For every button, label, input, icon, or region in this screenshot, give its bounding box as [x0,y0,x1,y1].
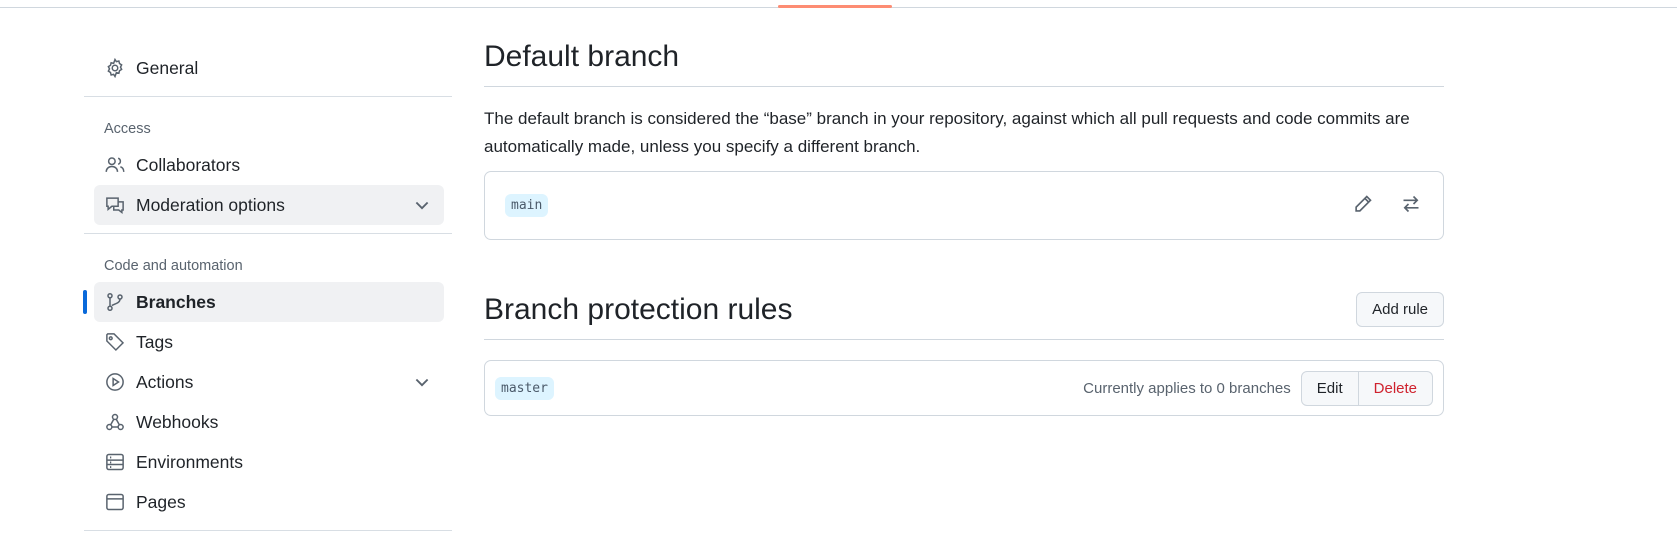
section-title: Branch protection rules [484,292,793,326]
sidebar-item-label: General [136,57,199,78]
branch-protection-section: Branch protection rules Add rule master … [484,292,1444,416]
sidebar-item-label: Tags [136,331,173,352]
moderation-icon [104,194,126,216]
sidebar-item-label: Collaborators [136,154,241,175]
delete-rule-button[interactable]: Delete [1358,370,1433,406]
sidebar-item-pages[interactable]: Pages [94,482,444,522]
protection-rule-row: master Currently applies to 0 branches E… [484,360,1444,416]
default-branch-box: main [484,171,1444,240]
rule-actions: Currently applies to 0 branches Edit Del… [1083,370,1433,406]
sidebar-item-general[interactable]: General [94,48,444,88]
people-icon [104,154,126,176]
sidebar-item-moderation-options[interactable]: Moderation options [94,185,444,225]
sidebar-item-label: Pages [136,491,186,512]
sidebar-item-label: Webhooks [136,411,219,432]
add-rule-button[interactable]: Add rule [1356,292,1444,327]
sidebar-group-access: Access [104,121,151,137]
git-branch-icon [104,291,126,313]
tag-icon [104,331,126,353]
rule-button-group: Edit Delete [1300,370,1433,406]
sidebar-divider [84,96,452,97]
sidebar-item-webhooks[interactable]: Webhooks [94,402,444,442]
sidebar-divider [84,530,452,531]
branches-settings-main: Default branch The default branch is con… [484,40,1444,416]
chevron-down-icon[interactable] [412,372,432,392]
sidebar-item-actions[interactable]: Actions [94,362,444,402]
gear-icon [104,57,126,79]
sidebar-item-label: Branches [136,291,216,312]
sidebar-divider [84,233,452,234]
sidebar-item-branches[interactable]: Branches [83,282,444,322]
pencil-icon[interactable] [1351,192,1375,216]
settings-sidebar: General Access Collaborators Moderation … [83,48,452,539]
top-tab-bar [0,0,1677,8]
switch-arrows-icon[interactable] [1399,192,1423,216]
sidebar-item-label: Moderation options [136,194,285,215]
sidebar-item-tags[interactable]: Tags [94,322,444,362]
edit-rule-button[interactable]: Edit [1300,370,1359,406]
sidebar-item-label: Actions [136,371,194,392]
sidebar-item-collaborators[interactable]: Collaborators [94,145,444,185]
browser-icon [104,491,126,513]
webhook-icon [104,411,126,433]
section-header: Branch protection rules Add rule [484,292,1444,340]
default-branch-section: Default branch The default branch is con… [484,40,1444,240]
default-branch-description: The default branch is considered the “ba… [484,109,1410,156]
rule-pattern-pill: master [495,376,554,400]
section-title: Default branch [484,40,680,73]
active-tab-underline [778,5,892,8]
sidebar-group-code-automation: Code and automation [104,258,243,274]
server-icon [104,451,126,473]
sidebar-item-label: Environments [136,451,243,472]
sidebar-item-environments[interactable]: Environments [94,442,444,482]
play-icon [104,371,126,393]
branch-name-pill: main [505,194,549,217]
rule-applies-text: Currently applies to 0 branches [1083,379,1291,397]
chevron-down-icon[interactable] [412,195,432,215]
section-header: Default branch [484,40,1444,87]
